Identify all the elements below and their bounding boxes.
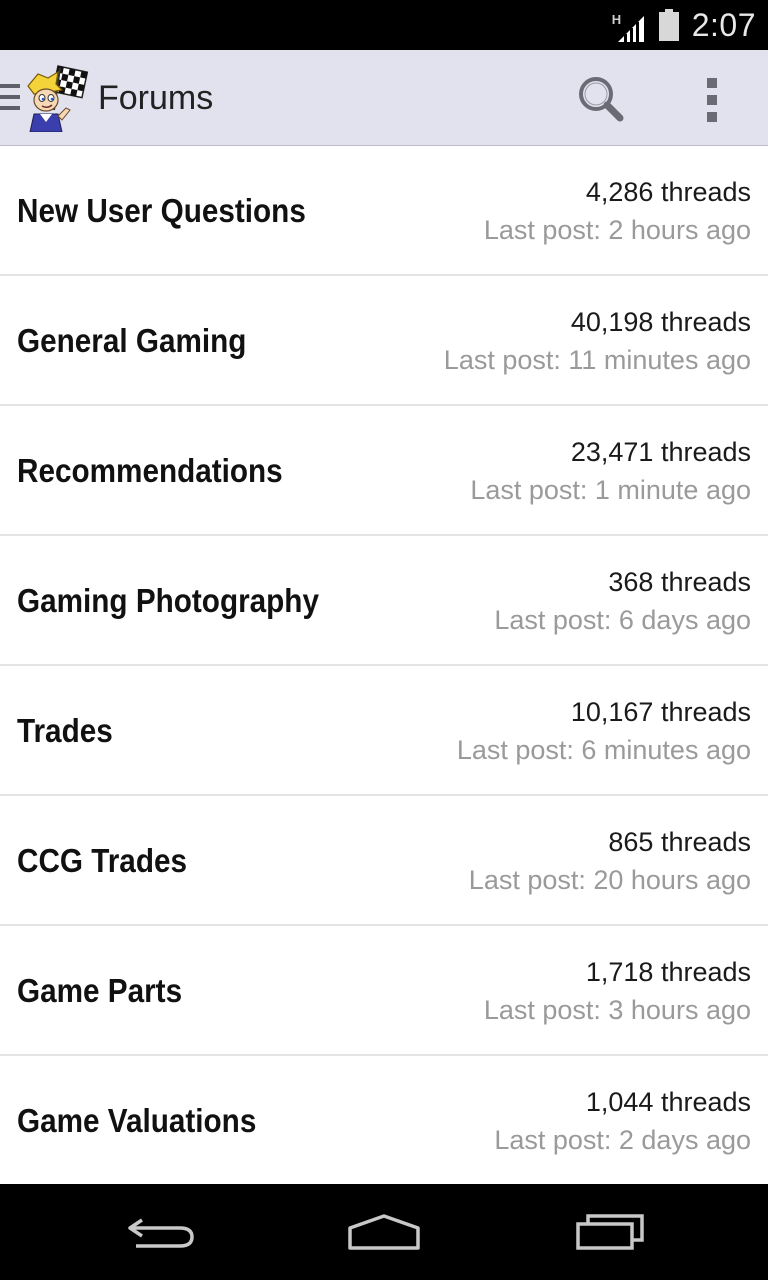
last-post: Last post: 2 days ago [494, 1125, 751, 1155]
thread-count: 40,198 threads [570, 307, 751, 337]
forum-meta: 368 threads Last post: 6 days ago [494, 564, 751, 640]
action-bar: Forums [0, 50, 768, 146]
forum-meta: 10,167 threads Last post: 6 minutes ago [457, 694, 751, 770]
last-post: Last post: 2 hours ago [483, 215, 751, 245]
forum-name: CCG Trades [17, 842, 188, 879]
last-post: Last post: 20 hours ago [468, 865, 751, 895]
thread-count: 368 threads [608, 567, 751, 597]
recents-button[interactable] [570, 1208, 650, 1256]
home-icon [348, 1214, 420, 1250]
back-icon [128, 1218, 194, 1248]
forum-name: New User Questions [17, 192, 306, 229]
forum-row-game-parts[interactable]: Game Parts 1,718 threads Last post: 3 ho… [0, 926, 768, 1056]
signal-indicator: H [612, 8, 646, 42]
status-icons: H 2:07 [612, 0, 756, 50]
forum-row-trades[interactable]: Trades 10,167 threads Last post: 6 minut… [0, 666, 768, 796]
forum-meta: 865 threads Last post: 20 hours ago [469, 824, 751, 900]
back-button[interactable] [120, 1208, 200, 1256]
forum-row-game-valuations[interactable]: Game Valuations 1,044 threads Last post:… [0, 1056, 768, 1184]
status-bar: H 2:07 [0, 0, 768, 50]
forum-name: General Gaming [17, 322, 247, 359]
forum-list: New User Questions 4,286 threads Last po… [0, 146, 768, 1184]
last-post: Last post: 11 minutes ago [443, 345, 751, 375]
signal-icon [617, 16, 644, 42]
forum-row-ccg-trades[interactable]: CCG Trades 865 threads Last post: 20 hou… [0, 796, 768, 926]
navigation-bar [0, 1184, 768, 1280]
forum-meta: 1,718 threads Last post: 3 hours ago [484, 954, 751, 1030]
overflow-menu-icon[interactable] [690, 72, 734, 128]
thread-count: 1,718 threads [585, 957, 751, 987]
recents-icon [576, 1214, 644, 1250]
page-title: Forums [98, 79, 214, 117]
home-button[interactable] [344, 1208, 424, 1256]
thread-count: 10,167 threads [570, 697, 751, 727]
forum-name: Game Valuations [17, 1102, 257, 1139]
thread-count: 865 threads [608, 827, 751, 857]
thread-count: 1,044 threads [585, 1087, 751, 1117]
last-post: Last post: 3 hours ago [483, 995, 751, 1025]
forum-name: Trades [17, 712, 113, 749]
forum-name: Game Parts [17, 972, 183, 1009]
drawer-icon[interactable] [0, 84, 20, 112]
forum-name: Recommendations [17, 452, 283, 489]
last-post: Last post: 6 minutes ago [456, 735, 751, 765]
forum-meta: 40,198 threads Last post: 11 minutes ago [444, 304, 751, 380]
clock: 2:07 [691, 6, 756, 43]
app-logo-icon[interactable] [24, 64, 92, 132]
forum-row-new-user-questions[interactable]: New User Questions 4,286 threads Last po… [0, 146, 768, 276]
last-post: Last post: 1 minute ago [470, 475, 751, 505]
thread-count: 4,286 threads [585, 177, 751, 207]
forum-row-gaming-photography[interactable]: Gaming Photography 368 threads Last post… [0, 536, 768, 666]
forum-meta: 1,044 threads Last post: 2 days ago [494, 1084, 751, 1160]
forum-name: Gaming Photography [17, 582, 319, 619]
forum-row-recommendations[interactable]: Recommendations 23,471 threads Last post… [0, 406, 768, 536]
battery-icon [658, 9, 679, 41]
search-icon[interactable] [572, 72, 628, 128]
forum-row-general-gaming[interactable]: General Gaming 40,198 threads Last post:… [0, 276, 768, 406]
forum-meta: 4,286 threads Last post: 2 hours ago [484, 174, 751, 250]
forum-meta: 23,471 threads Last post: 1 minute ago [470, 434, 751, 510]
thread-count: 23,471 threads [570, 437, 751, 467]
last-post: Last post: 6 days ago [494, 605, 751, 635]
